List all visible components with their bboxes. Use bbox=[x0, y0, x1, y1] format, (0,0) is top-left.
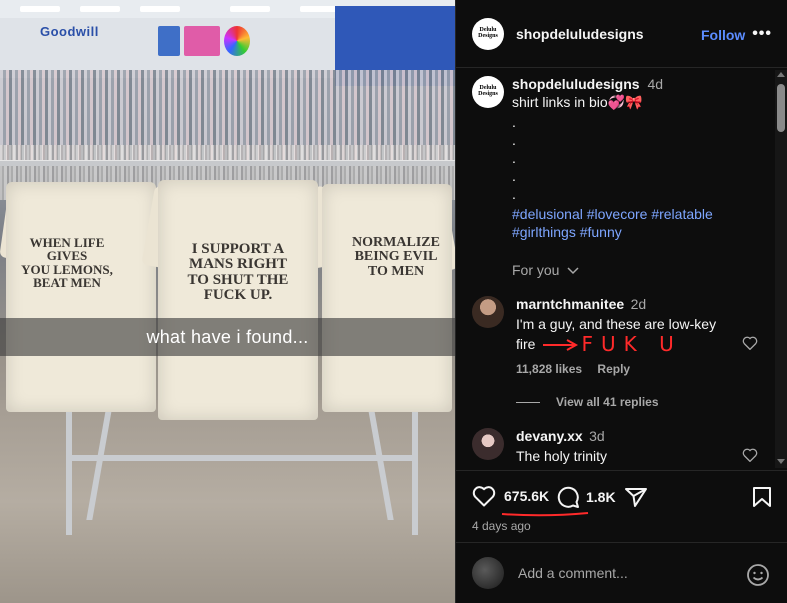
comment-text: The holy trinity bbox=[516, 448, 608, 464]
shirt-slogan: WHEN LIFE GIVES YOU LEMONS, BEAT MEN bbox=[21, 235, 113, 290]
comment-item: devany.xx 3d The holy trinity bbox=[472, 428, 772, 466]
chevron-down-icon bbox=[567, 267, 579, 275]
comment-item: marntchmanitee 2d I'm a guy, and these a… bbox=[472, 296, 772, 376]
share-action[interactable] bbox=[624, 486, 648, 508]
ceiling-light bbox=[80, 6, 120, 12]
comment-likes[interactable]: 11,828 likes bbox=[516, 362, 582, 376]
caption-avatar[interactable]: Delulu Designs bbox=[472, 76, 504, 108]
color-wheel-sign bbox=[224, 26, 250, 56]
profile-avatar[interactable]: Delulu Designs bbox=[472, 17, 504, 50]
post-time-ago: 4 days ago bbox=[472, 519, 531, 533]
bookmark-icon[interactable] bbox=[752, 486, 772, 508]
comment-count[interactable]: 1.8K bbox=[586, 489, 616, 505]
avatar-logo-text: Delulu Designs bbox=[478, 85, 498, 97]
comment-time: 2d bbox=[630, 296, 647, 312]
shirt-lemons bbox=[6, 182, 156, 412]
scroll-up-arrow[interactable] bbox=[777, 72, 785, 77]
photo-caption-text: what have i found... bbox=[146, 326, 309, 347]
share-icon[interactable] bbox=[624, 486, 648, 508]
wall-poster bbox=[158, 26, 180, 56]
caption-dot: . bbox=[512, 186, 516, 202]
comment-reply-button[interactable]: Reply bbox=[597, 362, 630, 376]
more-options-icon[interactable]: ••• bbox=[752, 25, 772, 43]
comment-username[interactable]: devany.xx bbox=[516, 428, 583, 444]
add-comment-bar bbox=[456, 542, 787, 603]
rack-leg bbox=[66, 395, 72, 535]
photo-caption-overlay: what have i found... bbox=[0, 318, 455, 356]
save-action[interactable] bbox=[752, 486, 772, 508]
comment-like-icon[interactable] bbox=[742, 448, 758, 462]
scrollbar[interactable] bbox=[775, 70, 787, 468]
emoji-icon[interactable] bbox=[746, 563, 770, 587]
post-side-panel: Delulu Designs shopdeluludesigns Follow … bbox=[455, 0, 787, 603]
comment-action[interactable]: 1.8K bbox=[556, 485, 616, 509]
add-comment-input[interactable] bbox=[518, 565, 728, 581]
comment-icon[interactable] bbox=[556, 485, 580, 509]
shirt-normalize bbox=[322, 184, 452, 412]
rack-base bbox=[66, 455, 418, 461]
current-user-avatar[interactable] bbox=[472, 557, 504, 589]
red-underline-annotation bbox=[501, 512, 589, 517]
scrollbar-thumb[interactable] bbox=[777, 84, 785, 132]
view-replies-button[interactable]: View all 41 replies bbox=[516, 395, 659, 409]
hashtags-line[interactable]: #delusional #lovecore #relatable bbox=[512, 205, 762, 223]
comment-like-icon[interactable] bbox=[742, 336, 758, 350]
comment-username[interactable]: marntchmanitee bbox=[516, 296, 624, 312]
ceiling-light bbox=[140, 6, 180, 12]
caption-hashtags[interactable]: #delusional #lovecore #relatable #girlth… bbox=[512, 205, 762, 241]
ceiling-light bbox=[230, 6, 270, 12]
for-you-label: For you bbox=[512, 262, 560, 278]
caption-text: shirt links in bio💞🎀 bbox=[512, 94, 643, 110]
heart-icon[interactable] bbox=[472, 485, 496, 507]
shirt-slogan: I SUPPORT A MANS RIGHT TO SHUT THE FUCK … bbox=[187, 241, 289, 303]
post-caption: Delulu Designs shopdeluludesigns 4d shir… bbox=[472, 76, 762, 241]
comments-scroll-area[interactable]: Delulu Designs shopdeluludesigns 4d shir… bbox=[456, 68, 787, 470]
view-replies-label: View all 41 replies bbox=[556, 395, 659, 409]
like-count[interactable]: 675.6K bbox=[504, 488, 549, 504]
commenter-avatar[interactable] bbox=[472, 296, 504, 328]
for-you-toggle[interactable]: For you bbox=[512, 262, 579, 278]
red-arrow-annotation bbox=[543, 338, 579, 351]
commenter-avatar[interactable] bbox=[472, 428, 504, 460]
ceiling-light bbox=[20, 6, 60, 12]
post-header: Delulu Designs shopdeluludesigns Follow … bbox=[456, 0, 787, 68]
handwritten-annotation: FUK U bbox=[581, 332, 682, 356]
post-actions: 675.6K 1.8K 4 days ago bbox=[456, 470, 787, 542]
follow-button[interactable]: Follow bbox=[701, 27, 745, 43]
scroll-down-arrow[interactable] bbox=[777, 459, 785, 464]
avatar-logo-text: Delulu Designs bbox=[478, 26, 498, 39]
caption-time: 4d bbox=[647, 76, 664, 92]
wall-poster bbox=[184, 26, 220, 56]
caption-username[interactable]: shopdeluludesigns bbox=[512, 76, 640, 92]
clothing-rail bbox=[0, 160, 455, 166]
like-action[interactable]: 675.6K bbox=[472, 485, 549, 507]
post-photo: Goodwill WHEN LIFE GIVES YOU LEMONS, BEA… bbox=[0, 0, 455, 603]
shirt-slogan: NORMALIZE BEING EVIL TO MEN bbox=[352, 235, 440, 279]
store-sign: Goodwill bbox=[40, 24, 99, 39]
rack-leg bbox=[412, 395, 418, 535]
caption-dot: . bbox=[512, 114, 516, 130]
comment-time: 3d bbox=[589, 428, 605, 444]
header-username[interactable]: shopdeluludesigns bbox=[516, 26, 644, 42]
caption-dot: . bbox=[512, 168, 516, 184]
hashtags-line[interactable]: #girlthings #funny bbox=[512, 223, 762, 241]
caption-dot: . bbox=[512, 150, 516, 166]
replies-divider bbox=[516, 401, 540, 403]
caption-dot: . bbox=[512, 132, 516, 148]
comment-text: fire bbox=[516, 336, 536, 352]
